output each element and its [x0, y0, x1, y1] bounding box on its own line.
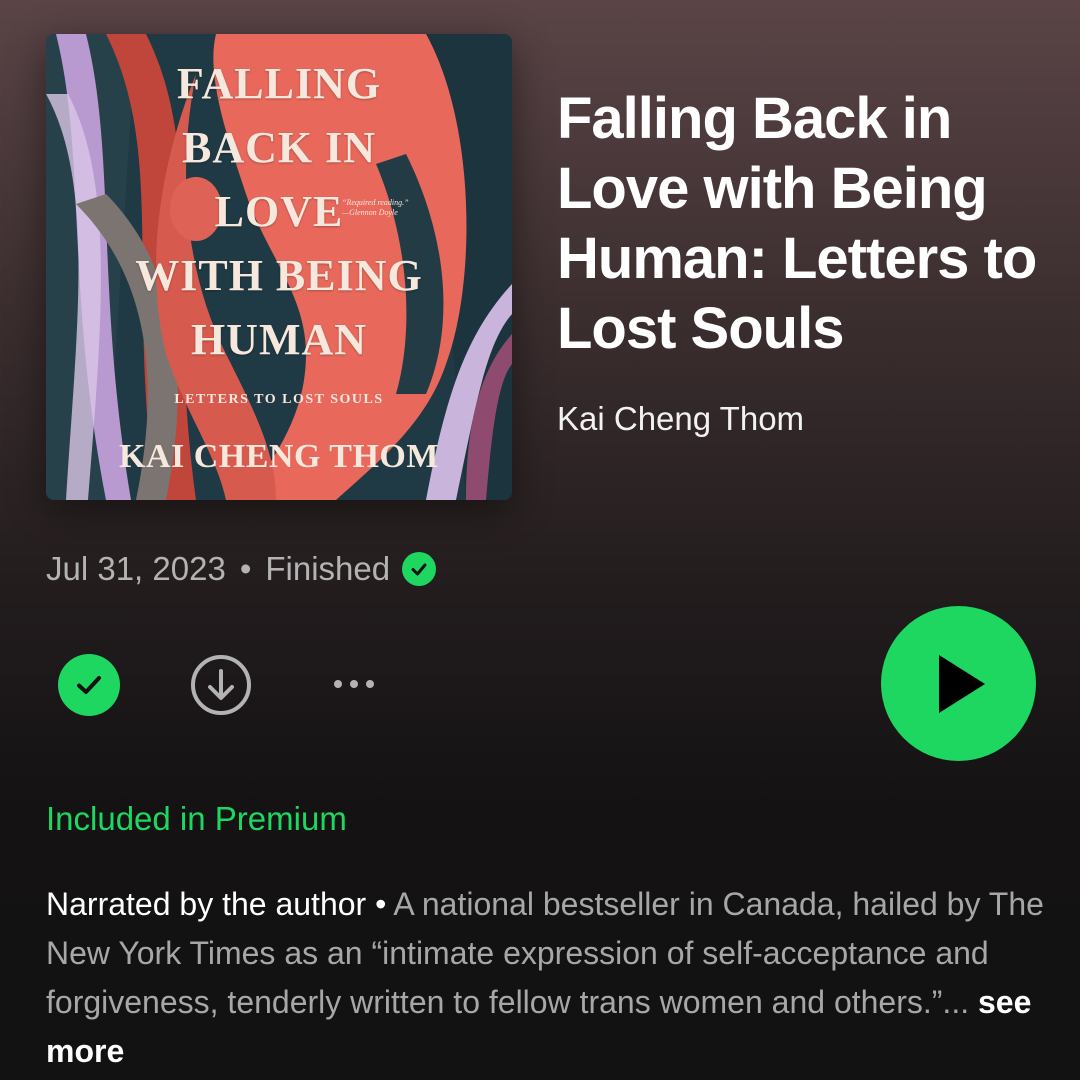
cover-title-line: LOVE	[214, 187, 344, 236]
cover-title-line: HUMAN	[190, 315, 368, 364]
cover-title-line: FALLING	[176, 59, 382, 108]
description-lead: Narrated by the author	[46, 886, 367, 922]
cover-title-line: BACK IN	[181, 123, 377, 172]
description-separator: •	[366, 886, 394, 922]
download-icon	[191, 655, 251, 715]
author-link[interactable]: Kai Cheng Thom	[557, 400, 804, 438]
check-icon	[77, 676, 101, 694]
cover-quote-text: “Required reading.”	[342, 198, 409, 207]
play-icon	[938, 654, 985, 713]
download-button[interactable]	[189, 653, 253, 717]
cover-quote: “Required reading.” —Glennon Doyle	[342, 198, 409, 218]
audiobook-meta: Jul 31, 2023 • Finished	[46, 550, 437, 588]
meta-separator: •	[239, 550, 252, 587]
premium-label: Included in Premium	[46, 800, 347, 837]
cover-title-line: WITH BEING	[135, 251, 423, 300]
progress-status: Finished	[265, 550, 391, 587]
more-horizontal-icon	[334, 680, 374, 688]
play-button[interactable]	[881, 606, 1036, 761]
saved-button[interactable]	[58, 654, 120, 716]
more-options-button[interactable]	[326, 662, 382, 706]
cover-text: FALLING BACK IN LOVE WITH BEING HUMAN “R…	[46, 34, 512, 500]
check-circle-icon	[402, 552, 437, 586]
audiobook-cover: FALLING BACK IN LOVE WITH BEING HUMAN “R…	[46, 34, 512, 500]
audiobook-description: Narrated by the author • A national best…	[46, 880, 1046, 1076]
cover-author: KAI CHENG THOM	[119, 438, 439, 475]
cover-quote-attribution: —Glennon Doyle	[342, 208, 398, 217]
audiobook-title: Falling Back in Love with Being Human: L…	[557, 86, 1037, 361]
release-date: Jul 31, 2023	[46, 550, 226, 587]
cover-subtitle: LETTERS TO LOST SOULS	[174, 392, 384, 407]
